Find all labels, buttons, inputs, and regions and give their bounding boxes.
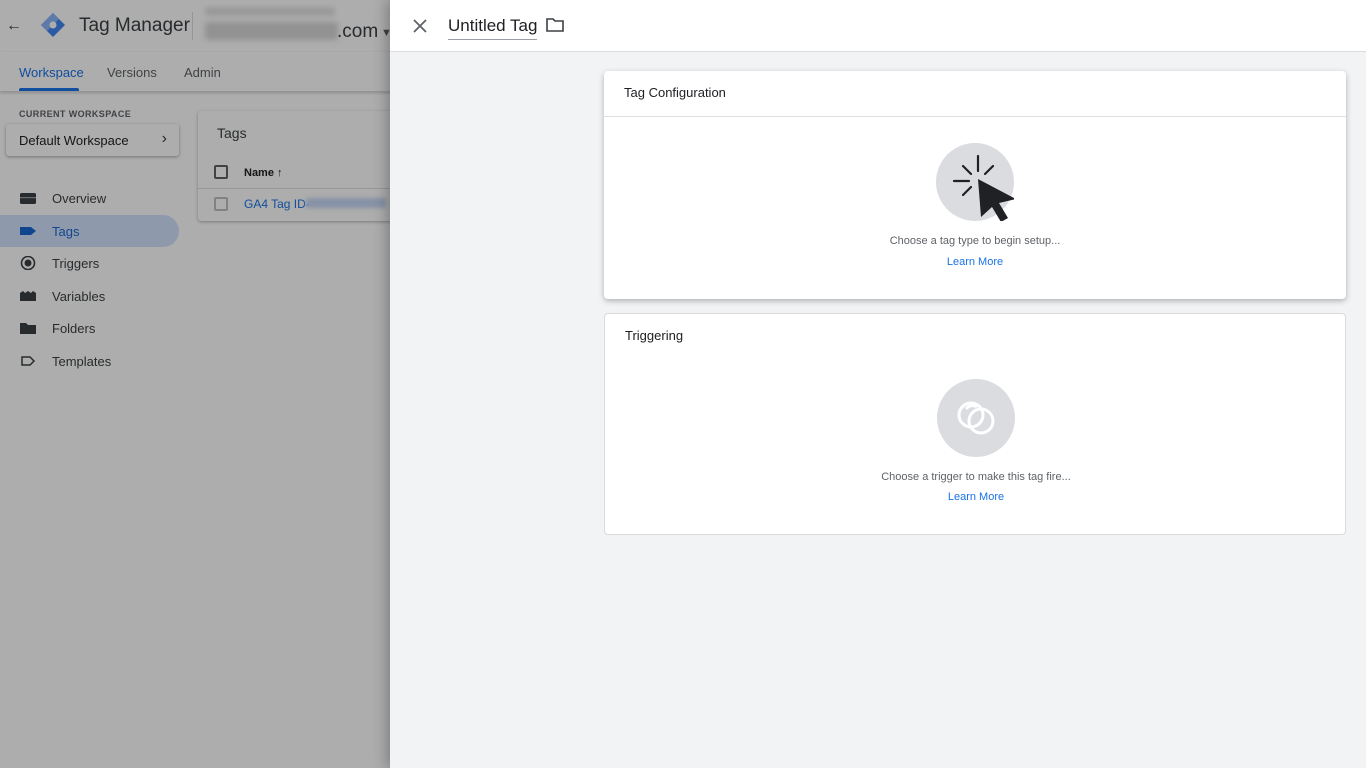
triggering-card[interactable]: Triggering Choose a trigger to make this… <box>604 313 1346 535</box>
learn-more-link[interactable]: Learn More <box>948 491 1004 503</box>
trigger-placeholder[interactable] <box>937 379 1015 457</box>
trigger-hint: Choose a trigger to make this tag fire..… <box>881 471 1071 483</box>
tag-configuration-title: Tag Configuration <box>624 85 726 100</box>
tag-editor-sheet: Untitled Tag Tag Configuration Choose a … <box>390 0 1366 768</box>
learn-more-row: Learn More <box>605 491 1347 503</box>
cursor-click-icon <box>952 154 1016 222</box>
folder-outline-icon[interactable] <box>545 16 565 34</box>
learn-more-row: Learn More <box>604 256 1346 268</box>
card-divider <box>604 116 1346 117</box>
close-icon[interactable] <box>408 14 432 38</box>
trigger-icon <box>957 401 995 435</box>
tag-type-placeholder[interactable] <box>936 143 1016 222</box>
tag-name-field[interactable]: Untitled Tag <box>448 16 538 40</box>
sheet-header: Untitled Tag <box>390 0 1366 52</box>
tag-configuration-card[interactable]: Tag Configuration Choose a tag type to b… <box>604 71 1346 299</box>
tag-type-hint: Choose a tag type to begin setup... <box>889 235 1061 247</box>
learn-more-link[interactable]: Learn More <box>947 256 1003 268</box>
triggering-title: Triggering <box>625 328 684 343</box>
